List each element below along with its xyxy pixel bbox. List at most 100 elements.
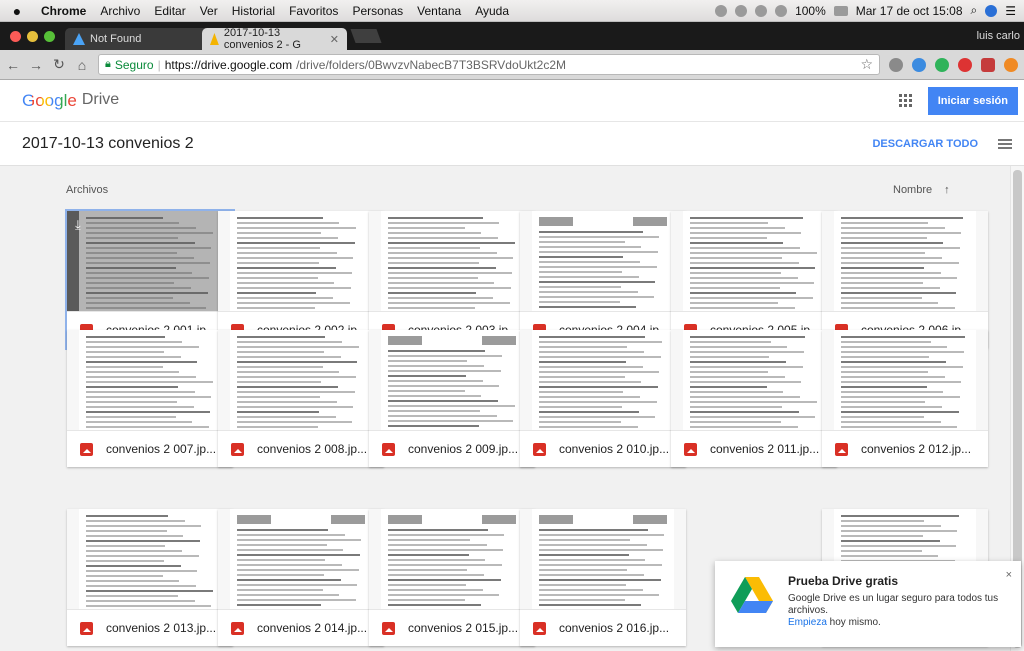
drive-favicon-icon — [73, 33, 85, 45]
download-icon[interactable]: ⤓ — [75, 217, 81, 233]
file-card[interactable]: convenios 2 003.jp... — [369, 211, 535, 348]
file-thumbnail — [218, 509, 384, 609]
file-card[interactable]: convenios 2 007.jp... — [67, 330, 233, 467]
lock-icon[interactable]: 🔒︎ — [105, 58, 111, 71]
file-card[interactable]: convenios 2 014.jp... — [218, 509, 384, 646]
url-host: https://drive.google.com — [164, 57, 293, 72]
bookmark-star-icon[interactable]: ☆ — [860, 56, 873, 73]
image-file-icon — [382, 442, 395, 456]
forward-icon[interactable]: → — [29, 57, 43, 73]
file-thumbnail — [67, 330, 233, 430]
menu-personas[interactable]: Personas — [345, 4, 410, 18]
extension-icon[interactable] — [889, 57, 903, 72]
siri-icon[interactable] — [985, 4, 998, 17]
file-card[interactable]: convenios 2 016.jp... — [520, 509, 686, 646]
extension-icon[interactable] — [1004, 57, 1018, 72]
menu-historial[interactable]: Historial — [225, 4, 282, 18]
file-thumbnail — [218, 330, 384, 430]
close-tab-icon[interactable]: ✕ — [330, 33, 339, 46]
file-thumbnail — [822, 330, 988, 430]
google-drive-logo[interactable]: Google Drive — [22, 91, 119, 111]
file-thumbnail — [369, 211, 535, 311]
file-card[interactable]: convenios 2 004.jp... — [520, 211, 686, 348]
back-icon[interactable]: ← — [6, 57, 20, 73]
menu-ventana[interactable]: Ventana — [410, 4, 468, 18]
image-file-icon — [533, 621, 546, 635]
promo-link[interactable]: Empieza — [788, 617, 827, 628]
tab-not-found[interactable]: Not Found — [65, 28, 210, 50]
file-caption: convenios 2 014.jp... — [218, 609, 384, 646]
spotlight-icon[interactable]: ⌕ — [971, 3, 978, 18]
list-view-icon[interactable] — [998, 138, 1012, 149]
menu-editar[interactable]: Editar — [147, 4, 192, 18]
file-card[interactable]: convenios 2 015.jp... — [369, 509, 535, 646]
status-icon[interactable] — [715, 4, 728, 17]
file-card[interactable]: convenios 2 002.jp... — [218, 211, 384, 348]
home-icon[interactable]: ⌂ — [75, 57, 89, 73]
file-caption: convenios 2 012.jp... — [822, 430, 988, 467]
file-caption: convenios 2 009.jp... — [369, 430, 535, 467]
battery-percent: 100% — [795, 3, 826, 18]
sort-control[interactable]: Nombre ↑ — [893, 184, 950, 196]
signin-button[interactable]: Iniciar sesión — [927, 86, 1018, 115]
file-name: convenios 2 007.jp... — [106, 442, 217, 456]
file-name: convenios 2 011.jp... — [710, 442, 820, 456]
file-caption: convenios 2 016.jp... — [520, 609, 686, 646]
file-card[interactable]: convenios 2 012.jp... — [822, 330, 988, 467]
clock[interactable]: Mar 17 de oct 15:08 — [856, 4, 963, 18]
file-name: convenios 2 009.jp... — [408, 442, 519, 456]
sort-label: Nombre — [893, 184, 933, 196]
sync-icon[interactable] — [735, 4, 748, 17]
file-thumbnail — [67, 509, 233, 609]
file-card[interactable]: convenios 2 005.jp... — [671, 211, 837, 348]
battery-icon[interactable] — [833, 5, 848, 16]
promo-text: Google Drive es un lugar seguro para tod… — [788, 593, 1003, 629]
file-card[interactable]: convenios 2 011.jp... — [671, 330, 837, 467]
extension-icon[interactable] — [912, 57, 926, 72]
menu-ver[interactable]: Ver — [193, 4, 225, 18]
menu-chrome[interactable]: Chrome — [34, 4, 93, 18]
tab-convenios[interactable]: 2017-10-13 convenios 2 - G ✕ — [202, 27, 347, 51]
minimize-window-icon[interactable] — [27, 30, 38, 42]
logo-google: Google — [22, 90, 77, 110]
file-caption: convenios 2 011.jp... — [671, 430, 837, 467]
image-file-icon — [835, 442, 848, 456]
drive-header: Google Drive Iniciar sesión — [0, 80, 1024, 122]
extension-icon[interactable] — [981, 57, 995, 72]
file-thumbnail — [520, 330, 686, 430]
new-tab-button[interactable] — [350, 29, 382, 43]
file-thumbnail — [520, 211, 686, 311]
adblock-icon[interactable] — [958, 57, 972, 72]
file-card[interactable]: convenios 2 009.jp... — [369, 330, 535, 467]
bluetooth-icon[interactable] — [755, 4, 768, 17]
drive-favicon-icon — [210, 33, 219, 45]
download-all-button[interactable]: DESCARGAR TODO — [872, 138, 978, 150]
menu-favoritos[interactable]: Favoritos — [282, 4, 345, 18]
file-card[interactable]: convenios 2 008.jp... — [218, 330, 384, 467]
reload-icon[interactable]: ↻ — [52, 56, 66, 73]
file-card[interactable]: convenios 2 006.jp... — [822, 211, 988, 348]
apps-grid-icon[interactable] — [898, 94, 912, 107]
file-card[interactable]: convenios 2 010.jp... — [520, 330, 686, 467]
close-window-icon[interactable] — [10, 30, 21, 42]
menu-ayuda[interactable]: Ayuda — [468, 4, 516, 18]
maximize-window-icon[interactable] — [44, 30, 55, 42]
file-thumbnail — [218, 211, 384, 311]
file-thumbnail — [520, 509, 686, 609]
address-bar[interactable]: 🔒︎ Seguro | https://drive.google.com/dri… — [98, 54, 880, 75]
image-file-icon — [382, 621, 395, 635]
tab-title: Not Found — [90, 33, 142, 45]
close-icon[interactable]: × — [1006, 569, 1012, 581]
apple-menu-icon[interactable]: ● — [0, 3, 34, 19]
image-file-icon — [80, 442, 93, 456]
menu-archivo[interactable]: Archivo — [93, 4, 147, 18]
file-thumbnail — [671, 330, 837, 430]
extension-icon[interactable] — [935, 57, 949, 72]
notification-center-icon[interactable]: ☰ — [1005, 4, 1016, 18]
file-card[interactable]: ⤓convenios 2 001.jp... — [65, 209, 235, 350]
file-card[interactable]: convenios 2 013.jp... — [67, 509, 233, 646]
profile-name[interactable]: luis carlo — [977, 30, 1024, 42]
wifi-icon[interactable] — [775, 4, 788, 17]
file-name: convenios 2 012.jp... — [861, 442, 972, 456]
file-name: convenios 2 010.jp... — [559, 442, 670, 456]
